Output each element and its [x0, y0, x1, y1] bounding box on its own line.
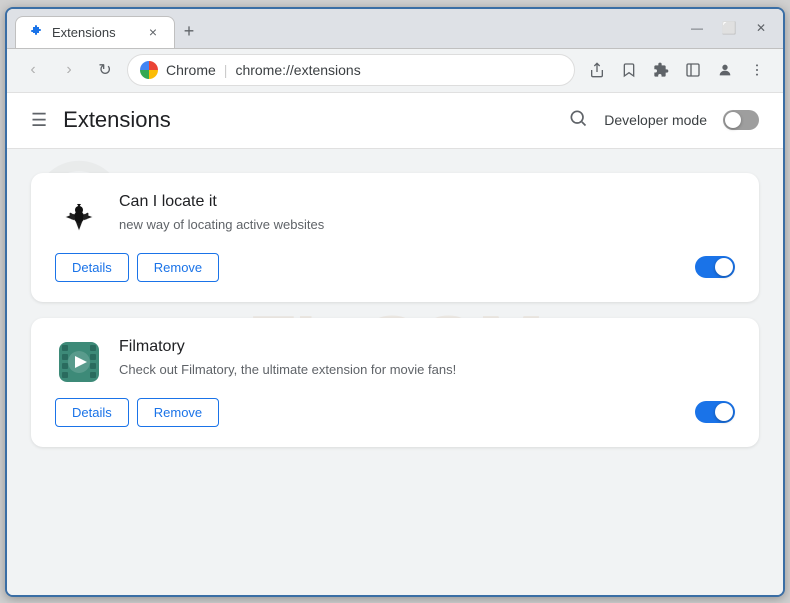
extension-name-can-locate-it: Can I locate it	[119, 193, 735, 211]
separator: |	[224, 62, 228, 78]
forward-button[interactable]: ›	[55, 56, 83, 84]
extension-actions-filmatory: Details Remove	[55, 398, 735, 427]
extension-card-filmatory: Filmatory Check out Filmatory, the ultim…	[31, 318, 759, 447]
filmatory-icon	[55, 338, 103, 386]
extension-info-filmatory: Filmatory Check out Filmatory, the ultim…	[119, 338, 735, 380]
tab-close-button[interactable]: ×	[144, 23, 162, 41]
extensions-page: ☰ Extensions Developer mode	[7, 93, 783, 471]
window-controls: — ⬜ ✕	[683, 14, 775, 42]
extensions-list: Can I locate it new way of locating acti…	[7, 149, 783, 471]
remove-button-can-locate-it[interactable]: Remove	[137, 253, 219, 282]
details-button-can-locate-it[interactable]: Details	[55, 253, 129, 282]
sidebar-icon[interactable]	[679, 56, 707, 84]
chrome-logo-icon	[140, 61, 158, 79]
hamburger-menu-icon[interactable]: ☰	[31, 110, 47, 131]
toggle-can-locate-it[interactable]	[695, 256, 735, 278]
url-display: chrome://extensions	[235, 62, 360, 78]
active-tab[interactable]: Extensions ×	[15, 16, 175, 48]
browser-window: Extensions × + — ⬜ ✕ ‹ › ↻ Chrome | chro…	[5, 7, 785, 597]
tab-title: Extensions	[52, 25, 116, 40]
extension-desc-can-locate-it: new way of locating active websites	[119, 215, 735, 235]
extension-card-top: Can I locate it new way of locating acti…	[55, 193, 735, 241]
extension-card-can-locate-it: Can I locate it new way of locating acti…	[31, 173, 759, 302]
remove-button-filmatory[interactable]: Remove	[137, 398, 219, 427]
bookmark-icon[interactable]	[615, 56, 643, 84]
share-icon[interactable]	[583, 56, 611, 84]
details-button-filmatory[interactable]: Details	[55, 398, 129, 427]
reload-button[interactable]: ↻	[91, 56, 119, 84]
menu-button[interactable]	[743, 56, 771, 84]
developer-mode-label: Developer mode	[604, 112, 707, 128]
profile-icon[interactable]	[711, 56, 739, 84]
header-right: Developer mode	[568, 108, 759, 133]
nav-bar: ‹ › ↻ Chrome | chrome://extensions	[7, 49, 783, 93]
extension-name-filmatory: Filmatory	[119, 338, 735, 356]
chrome-label: Chrome	[166, 62, 216, 78]
maximize-button[interactable]: ⬜	[715, 14, 743, 42]
new-tab-button[interactable]: +	[175, 18, 203, 46]
extensions-header: ☰ Extensions Developer mode	[7, 93, 783, 149]
tab-area: Extensions × +	[15, 9, 679, 48]
page-content: FL.COM ☰ Extensions Developer mode	[7, 93, 783, 595]
extension-actions-can-locate-it: Details Remove	[55, 253, 735, 282]
toolbar-icons	[583, 56, 771, 84]
page-title: Extensions	[63, 107, 171, 133]
extension-info-can-locate-it: Can I locate it new way of locating acti…	[119, 193, 735, 235]
close-button[interactable]: ✕	[747, 14, 775, 42]
extension-card-top-filmatory: Filmatory Check out Filmatory, the ultim…	[55, 338, 735, 386]
back-button[interactable]: ‹	[19, 56, 47, 84]
minimize-button[interactable]: —	[683, 14, 711, 42]
search-icon[interactable]	[568, 108, 588, 133]
developer-mode-toggle[interactable]	[723, 110, 759, 130]
can-locate-it-icon	[55, 193, 103, 241]
toggle-filmatory[interactable]	[695, 401, 735, 423]
tab-icon	[28, 24, 44, 40]
title-bar: Extensions × + — ⬜ ✕	[7, 9, 783, 49]
extension-desc-filmatory: Check out Filmatory, the ultimate extens…	[119, 360, 735, 380]
extensions-icon[interactable]	[647, 56, 675, 84]
address-bar[interactable]: Chrome | chrome://extensions	[127, 54, 575, 86]
